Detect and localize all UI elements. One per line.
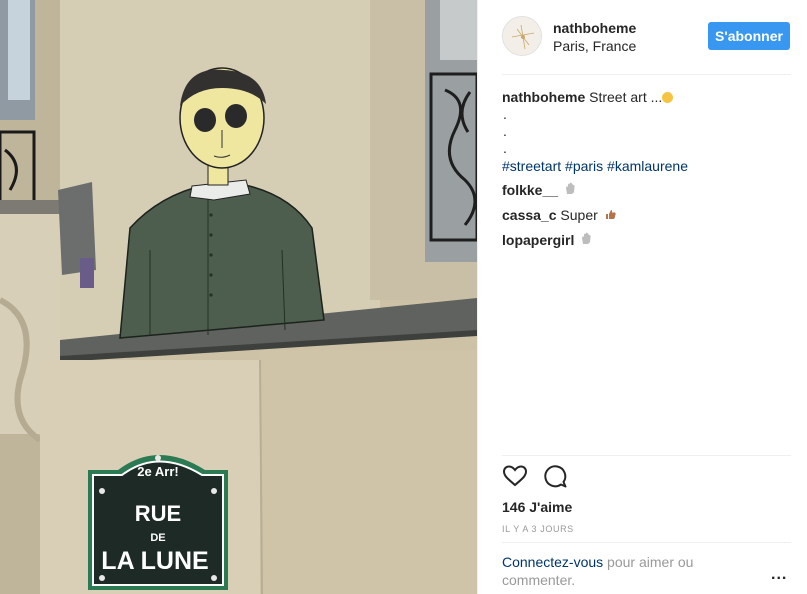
hand-icon bbox=[581, 232, 592, 250]
post-header: nathboheme Paris, France S'abonner bbox=[478, 0, 807, 75]
likes-count[interactable]: 146 J'aime bbox=[502, 499, 572, 515]
post-photo[interactable]: 2e Arr! RUE DE LA LUNE bbox=[0, 0, 477, 594]
comment-item: folkke__ bbox=[502, 181, 792, 200]
caption: nathboheme Street art ... . . . #streeta… bbox=[502, 88, 792, 175]
street-art-photo: 2e Arr! RUE DE LA LUNE bbox=[0, 0, 477, 594]
sign-line2: DE bbox=[150, 532, 165, 544]
comment-username[interactable]: cassa_c bbox=[502, 207, 557, 223]
sign-arrondissement: 2e Arr! bbox=[137, 464, 178, 479]
comment-username[interactable]: lopapergirl bbox=[502, 232, 574, 248]
sign-line3: LA LUNE bbox=[101, 547, 208, 575]
comments-list: nathboheme Street art ... . . . #streeta… bbox=[502, 88, 792, 256]
comment-item: cassa_c Super bbox=[502, 206, 792, 225]
header-divider bbox=[502, 74, 791, 75]
post-sidebar: nathboheme Paris, France S'abonner nathb… bbox=[477, 0, 807, 594]
login-prompt: Connectez-vous pour aimer ou commenter. bbox=[502, 553, 732, 589]
footer-divider bbox=[502, 542, 791, 543]
caption-dot-3: . bbox=[503, 140, 507, 156]
caption-dot-2: . bbox=[503, 123, 507, 139]
comment-item: lopapergirl bbox=[502, 231, 792, 250]
caption-text: Street art ... bbox=[589, 89, 663, 105]
hand-icon bbox=[565, 182, 576, 200]
caption-hashtags[interactable]: #streetart #paris #kamlaurene bbox=[502, 158, 688, 174]
login-link[interactable]: Connectez-vous bbox=[502, 554, 603, 570]
post-timestamp[interactable]: IL Y A 3 JOURS bbox=[502, 524, 574, 534]
follow-button[interactable]: S'abonner bbox=[708, 22, 790, 50]
smiling-face-emoji-icon bbox=[662, 92, 674, 103]
actions-divider bbox=[502, 455, 791, 456]
username-link[interactable]: nathboheme bbox=[553, 20, 636, 36]
avatar-image bbox=[503, 17, 541, 55]
comment-username[interactable]: folkke__ bbox=[502, 182, 558, 198]
caption-username[interactable]: nathboheme bbox=[502, 89, 585, 105]
heart-icon[interactable] bbox=[502, 463, 530, 491]
location-link[interactable]: Paris, France bbox=[553, 38, 636, 54]
thumbs-up-icon bbox=[605, 207, 616, 225]
caption-dot-1: . bbox=[503, 106, 507, 122]
instagram-post: 2e Arr! RUE DE LA LUNE nathboheme Paris,… bbox=[0, 0, 807, 594]
sign-line1: RUE bbox=[135, 501, 181, 526]
comment-text: Super bbox=[560, 207, 598, 223]
avatar[interactable] bbox=[502, 16, 542, 56]
more-options-button[interactable]: ... bbox=[771, 566, 787, 584]
comment-icon[interactable] bbox=[542, 463, 570, 491]
